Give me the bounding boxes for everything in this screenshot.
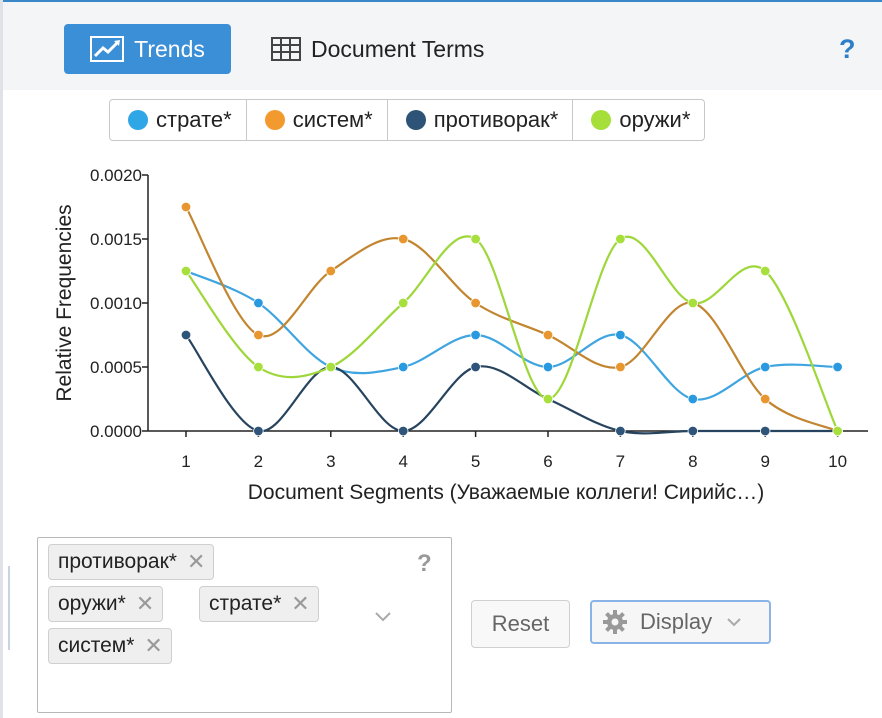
x-tick-label: 8 [688,452,697,471]
data-point [542,329,554,341]
legend-item-1[interactable]: систем* [245,100,387,140]
data-point [180,329,192,341]
legend-dot [405,110,426,130]
data-point [832,425,843,437]
legend-item-0[interactable]: страте* [110,100,246,140]
data-point [687,297,699,309]
x-tick-label: 3 [326,452,335,471]
data-point [687,393,699,405]
legend-item-3[interactable]: оружи* [572,100,704,140]
data-point [398,425,409,437]
data-point [687,425,699,437]
data-point [615,329,626,341]
chart-legend: страте* систем* противорак* оружи* [109,99,706,141]
data-point [542,361,554,373]
data-point [615,233,626,245]
x-tick-label: 2 [254,452,263,471]
x-tick-label: 1 [181,452,190,471]
remove-icon[interactable]: ✕ [136,591,154,617]
x-tick-label: 7 [616,452,625,471]
x-axis-label: Document Segments (Уважаемые коллеги! Си… [248,481,765,504]
data-point [398,297,409,309]
legend-label: страте* [156,107,232,132]
term-chip[interactable]: противорак* ✕ [48,544,215,580]
x-tick-label: 10 [828,452,847,471]
chevron-down-icon[interactable] [374,610,392,628]
data-point [325,265,337,277]
legend-label: систем* [292,107,373,132]
terms-selector[interactable]: противорак* ✕ оружи* ✕ страте* ✕ систем*… [37,537,452,713]
chevron-down-icon [726,617,742,627]
term-chip[interactable]: систем* ✕ [48,628,172,664]
series-line [185,235,839,432]
y-tick-label: 0.0005 [90,358,142,377]
legend-label: противорак* [433,107,559,132]
table-icon [271,37,301,61]
data-point [398,361,409,373]
data-point [760,265,771,277]
data-point [398,233,409,245]
legend-item-2[interactable]: противорак* [386,100,573,140]
data-point [325,361,337,373]
y-axis-label: Relative Frequencies [53,204,76,401]
term-chip[interactable]: оружи* ✕ [48,586,164,622]
term-chip-label: систем* [58,634,135,657]
legend-dot [128,110,148,130]
data-point [180,265,192,277]
y-tick-label: 0.0010 [90,294,142,313]
series-line [185,269,838,401]
legend-dot [264,110,285,130]
data-point [760,361,771,373]
y-tick-label: 0.0000 [90,422,142,441]
reset-button[interactable]: Reset [471,600,570,648]
series-line [185,206,839,433]
data-point [253,425,264,437]
x-tick-label: 5 [471,452,480,471]
data-point [470,329,481,341]
trend-chart-icon [90,36,125,62]
help-icon[interactable]: ? [839,34,856,65]
remove-icon[interactable]: ✕ [144,633,162,659]
x-tick-label: 9 [760,452,769,471]
remove-icon[interactable]: ✕ [291,591,309,617]
data-point [180,201,192,213]
data-point [253,361,264,373]
data-point [760,425,771,437]
display-button-label: Display [640,609,713,634]
x-tick-label: 4 [398,452,407,471]
line-chart: 0.0000 0.0005 0.0010 0.0015 0.0020 1 2 3 4 5 6 7 8 9 1… [53,166,868,504]
data-point [615,425,626,437]
term-chip-label: противорак* [58,550,177,573]
help-icon[interactable]: ? [417,550,432,578]
data-point [470,361,481,373]
data-point [832,361,843,373]
tab-document-terms-label: Document Terms [311,35,485,62]
y-tick-label: 0.0015 [90,230,142,249]
term-chip-label: оружи* [58,592,126,615]
legend-label: оружи* [619,107,691,132]
x-tick-label: 6 [543,452,552,471]
gear-icon [602,609,628,635]
y-tick-label: 0.0020 [90,166,142,185]
term-chip[interactable]: страте* ✕ [199,586,319,622]
side-indicator [8,566,10,650]
data-point [542,393,554,405]
term-chip-label: страте* [209,592,282,615]
data-point [253,329,264,341]
legend-dot [591,110,612,130]
data-point [760,393,771,405]
remove-icon[interactable]: ✕ [187,549,205,575]
data-point [615,361,626,373]
tab-trends-label: Trends [134,35,205,62]
data-point [470,297,481,309]
display-button[interactable]: Display [590,600,771,644]
data-point [470,233,481,245]
data-point [253,297,264,309]
tab-document-terms[interactable]: Document Terms [271,24,484,74]
tab-bar: Trends Document Terms ? [3,2,882,90]
tab-trends[interactable]: Trends [64,24,231,74]
